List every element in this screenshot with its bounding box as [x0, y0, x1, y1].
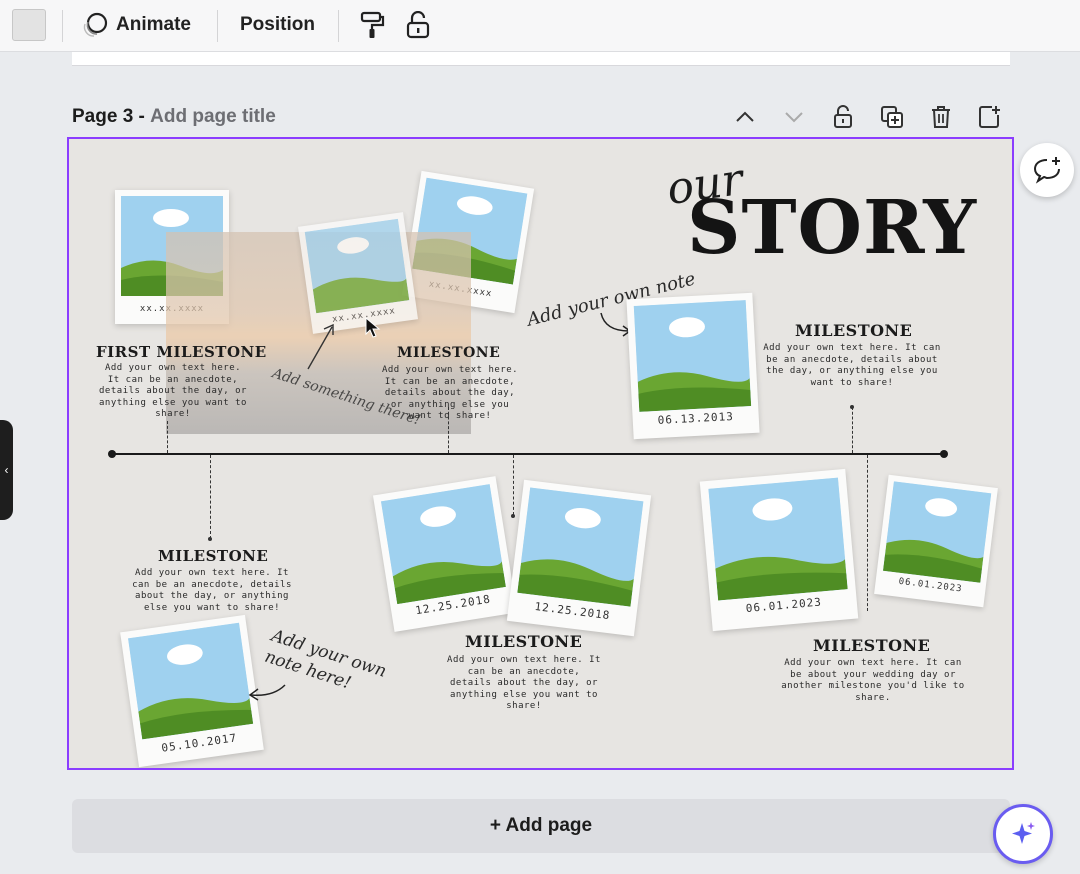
milestone-title[interactable]: FIRST MILESTONE [96, 343, 267, 361]
toolbar-divider [338, 10, 339, 42]
animate-icon [83, 12, 108, 37]
add-page-after-button[interactable] [975, 102, 1005, 132]
landscape-icon [128, 622, 254, 740]
toolbar-divider [217, 10, 218, 42]
chevron-up-icon [736, 111, 754, 122]
milestone-title[interactable]: MILESTONE [813, 636, 930, 655]
polaroid-photo[interactable]: xx.xx.xxxx [298, 212, 418, 334]
lock-page-button[interactable] [828, 102, 858, 132]
heading-story[interactable]: STORY [687, 191, 977, 265]
connector-line [513, 455, 514, 515]
timeline-end-dot [940, 450, 948, 458]
photo-placeholder [633, 300, 752, 412]
timeline-line [112, 453, 946, 455]
connector-line [167, 421, 168, 453]
connector-line [852, 407, 853, 453]
milestone-title[interactable]: MILESTONE [465, 632, 582, 651]
connector-dot [511, 514, 515, 518]
copy-style-button[interactable] [355, 8, 389, 42]
connector-dot [208, 537, 212, 541]
lock-button[interactable] [401, 8, 435, 42]
photo-placeholder [128, 622, 254, 740]
move-page-down-button[interactable] [779, 102, 809, 132]
milestone-title[interactable]: MILESTONE [397, 345, 500, 361]
page-label: Page 3 - [72, 106, 151, 127]
connector-dot [850, 405, 854, 409]
duplicate-icon [881, 106, 903, 128]
design-canvas[interactable]: our STORY xx.xx.xxxx xx.xx.xxxx xx.xx.xx… [67, 137, 1014, 770]
delete-page-button[interactable] [926, 102, 956, 132]
polaroid-photo[interactable]: 05.10.2017 [120, 614, 264, 768]
landscape-icon [517, 487, 644, 607]
polaroid-photo[interactable]: 06.13.2013 [626, 292, 760, 440]
connector-line [448, 407, 449, 453]
landscape-icon [304, 218, 410, 314]
milestone-title[interactable]: MILESTONE [795, 321, 912, 340]
milestone-title[interactable]: MILESTONE [158, 547, 268, 565]
position-button[interactable]: Position [240, 8, 315, 42]
previous-page-bottom [72, 52, 1010, 66]
toolbar-divider [62, 10, 63, 42]
arrow-icon [307, 323, 334, 370]
trash-icon [932, 106, 950, 128]
connector-line [210, 455, 211, 539]
polaroid-photo[interactable]: 12.25.2018 [506, 479, 652, 637]
lock-icon [834, 105, 852, 128]
add-page-icon [979, 106, 1000, 128]
polaroid-photo[interactable]: 06.01.2023 [699, 468, 859, 632]
photo-placeholder [708, 477, 848, 601]
landscape-icon [882, 481, 992, 583]
milestone-body[interactable]: Add your own text here. It can be an ane… [447, 655, 601, 713]
photo-placeholder [380, 484, 506, 605]
paint-roller-icon [360, 11, 385, 38]
comment-plus-icon [1033, 157, 1060, 184]
collapse-panel-handle[interactable]: ‹ [0, 420, 13, 520]
polaroid-date: 06.13.2013 [657, 409, 735, 427]
photo-placeholder [517, 487, 644, 607]
color-swatch[interactable] [12, 9, 46, 41]
magic-assistant-button[interactable] [993, 804, 1053, 864]
arrow-icon [248, 684, 286, 701]
page-header: Page 3 - Add page title [72, 106, 276, 128]
chevron-down-icon [785, 112, 803, 123]
duplicate-page-button[interactable] [877, 102, 907, 132]
editor-toolbar: Animate Position [0, 0, 1080, 52]
photo-placeholder [304, 218, 410, 314]
polaroid-photo[interactable]: 06.01.2023 [874, 474, 998, 608]
lock-icon [406, 11, 430, 39]
add-comment-button[interactable] [1020, 143, 1074, 197]
move-page-up-button[interactable] [730, 102, 760, 132]
chevron-left-icon: ‹ [4, 463, 9, 477]
animate-label: Animate [116, 14, 191, 35]
polaroid-photo[interactable]: 12.25.2018 [372, 476, 518, 632]
photo-placeholder [882, 481, 992, 583]
connector-line [867, 455, 868, 611]
landscape-icon [380, 484, 506, 605]
milestone-body[interactable]: Add your own text here. It can be an ane… [127, 568, 297, 614]
sparkle-icon [1012, 822, 1035, 844]
animate-button[interactable]: Animate [80, 8, 191, 42]
landscape-icon [633, 300, 752, 412]
milestone-body[interactable]: Add your own text here. It can be an ane… [99, 363, 247, 421]
mouse-cursor-icon [365, 317, 381, 338]
landscape-icon [708, 477, 848, 601]
page-title-input[interactable]: Add page title [150, 106, 276, 127]
milestone-body[interactable]: Add your own text here. It can be an ane… [757, 343, 947, 389]
milestone-body[interactable]: Add your own text here. It can be about … [777, 658, 969, 704]
add-page-button[interactable]: + Add page [72, 799, 1010, 853]
position-label: Position [240, 14, 315, 35]
timeline-start-dot [108, 450, 116, 458]
